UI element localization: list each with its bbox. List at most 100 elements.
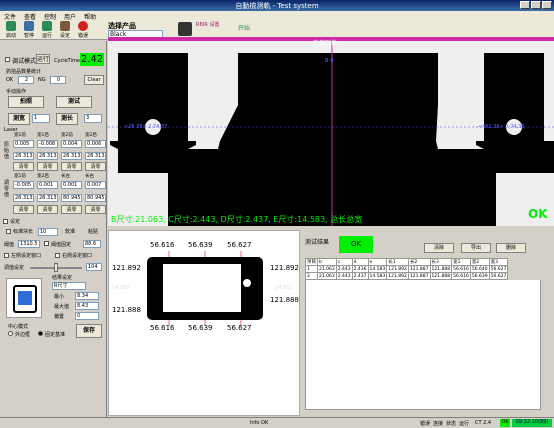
begin-button[interactable]: 开始 — [226, 22, 250, 38]
column-header: 宽2 — [469, 258, 490, 266]
column-header: 项目 — [305, 258, 318, 266]
table-cell: 14.583 — [367, 272, 388, 280]
table-cell: 121.887 — [407, 272, 431, 280]
fixed-ref-label: 固定基准 — [45, 332, 66, 338]
slider-thumb[interactable] — [54, 263, 58, 272]
std-block-checkbox[interactable] — [6, 229, 11, 234]
table-cell: 56.627 — [488, 265, 509, 273]
result-select[interactable]: R尺寸 — [52, 282, 86, 290]
fixed-ref-radio[interactable] — [38, 331, 43, 336]
start-button[interactable]: 启动 — [3, 21, 19, 39]
right-length-2: 121.888 — [270, 296, 299, 304]
ng-count-value: 0 — [50, 76, 66, 84]
offset-label: 偏置 — [54, 314, 65, 320]
grid1-cell: 28.313 — [61, 152, 82, 160]
right-window-label: 右侧设定窗口 — [62, 253, 93, 259]
camera-icon[interactable] — [178, 22, 192, 36]
clear-results-button[interactable]: 清除 — [424, 243, 454, 253]
pause-button[interactable]: 暂停 — [21, 21, 37, 39]
left-length-2: 121.888 — [112, 306, 141, 314]
table-cell: 1 — [305, 265, 318, 273]
error-button[interactable]: 错误 — [75, 21, 91, 39]
param-settings-button[interactable]: RBIR 设置 — [196, 22, 220, 38]
table-cell: 2.436 — [351, 265, 369, 273]
manual-title: 手动操作 — [6, 89, 27, 95]
title-bar: 自動檢測軌 - Test system — [0, 0, 554, 11]
right-window-checkbox[interactable] — [55, 253, 60, 258]
maximize-button[interactable] — [531, 1, 541, 9]
camera-ok-label: OK — [528, 207, 548, 221]
table-row[interactable]: 1 21.063 2.443 2.436 14.583 121.892 121.… — [305, 265, 509, 273]
paste-label[interactable]: 粘贴 — [88, 228, 98, 235]
max-label: 最大值 — [54, 304, 70, 310]
grid2-cell: 28.313 — [13, 194, 34, 202]
threshold-input[interactable]: 1310.5 — [18, 240, 40, 248]
length-select[interactable]: 3 — [84, 114, 102, 123]
outer-frame-radio[interactable] — [8, 331, 13, 336]
mid-right-value: 14.582 — [275, 285, 293, 291]
export-button[interactable]: 导出 — [461, 243, 491, 253]
zero-button[interactable]: 清零 — [13, 205, 34, 214]
std-block-input[interactable]: 10 — [38, 228, 58, 236]
table-cell: 21.063 — [317, 272, 337, 280]
left-window-label: 左侧设定窗口 — [11, 253, 42, 259]
table-cell: 2 — [305, 272, 318, 280]
close-button[interactable] — [542, 1, 552, 9]
run-button[interactable]: 运行 — [39, 21, 55, 39]
camera-top-label: 左侧图像 — [313, 40, 338, 47]
status-item: 状态 — [446, 421, 457, 427]
std-block-label: 标准块长 — [13, 229, 34, 235]
grid1-cell: 0.005 — [13, 140, 34, 148]
min-input[interactable]: 8.34 — [75, 292, 99, 300]
pause-icon — [24, 21, 34, 31]
threshold-fixed-input[interactable]: 88.6 — [83, 240, 101, 248]
right-length-1: 121.892 — [270, 264, 299, 272]
window-title: 自動檢測軌 - Test system — [235, 2, 319, 10]
table-row[interactable]: 2 21.063 2.443 2.437 14.583 121.892 121.… — [305, 272, 509, 280]
settings-checkbox[interactable] — [3, 219, 8, 224]
zero-button[interactable]: 清零 — [85, 205, 106, 214]
run-mode-button[interactable]: 运行 — [36, 54, 50, 64]
test-button[interactable]: 测试 — [56, 96, 92, 108]
grid2-cell: 80.945 — [85, 194, 106, 202]
zeroed-value-label: 调零值 — [4, 180, 10, 198]
count-group-title: 抓拍品数量统计 — [6, 69, 42, 75]
soft-calib-label[interactable]: 软准 — [65, 228, 75, 235]
table-header-row: 项目 b c d e 长1 长2 长3 宽1 宽2 宽3 — [305, 258, 509, 266]
minimize-button[interactable] — [520, 1, 530, 9]
camera-view: 左侧图像 <26 36> 2 74.37 <461 36> 7 74.39 B-… — [108, 37, 554, 226]
delete-button[interactable]: 删除 — [496, 243, 526, 253]
table-cell: 121.888 — [429, 265, 453, 273]
settings-button[interactable]: 设定 — [57, 21, 73, 39]
table-cell: 2.443 — [335, 272, 353, 280]
cycle-label: CycleTime — [54, 58, 80, 64]
save-button[interactable]: 保存 — [76, 324, 102, 338]
max-input[interactable]: 8.43 — [75, 302, 99, 310]
capture-button[interactable]: 拍照 — [8, 96, 44, 108]
zero-button[interactable]: 清零 — [37, 162, 58, 171]
adjust-value[interactable]: 104 — [86, 263, 102, 271]
debug-mode-checkbox[interactable] — [5, 57, 10, 62]
phone-screen — [163, 264, 241, 312]
measure-width-button[interactable]: 测宽 — [8, 113, 30, 125]
zero-button[interactable]: 清零 — [37, 205, 58, 214]
status-code: CT 2.4 — [475, 420, 492, 426]
bottom-width-3: 56.627 — [227, 324, 252, 332]
grid1-cell: 28.313 — [85, 152, 106, 160]
table-cell: 21.063 — [317, 265, 337, 273]
left-window-checkbox[interactable] — [4, 253, 9, 258]
stop-icon — [78, 21, 88, 31]
clear-count-button[interactable]: Clear — [84, 75, 104, 85]
width-select[interactable]: 1 — [32, 114, 50, 123]
zero-button[interactable]: 清零 — [13, 162, 34, 171]
offset-input[interactable]: 0 — [75, 312, 99, 320]
ok-count-label: OK — [6, 77, 14, 83]
zero-button[interactable]: 清零 — [61, 162, 82, 171]
column-header: e — [367, 258, 388, 266]
measure-length-button[interactable]: 测长 — [56, 113, 78, 125]
table-cell: 56.616 — [451, 272, 471, 280]
zero-button[interactable]: 清零 — [61, 205, 82, 214]
zero-button[interactable]: 清零 — [85, 162, 106, 171]
grid2-cell: -0.005 — [13, 181, 34, 189]
threshold-fixed-checkbox[interactable] — [44, 241, 49, 246]
